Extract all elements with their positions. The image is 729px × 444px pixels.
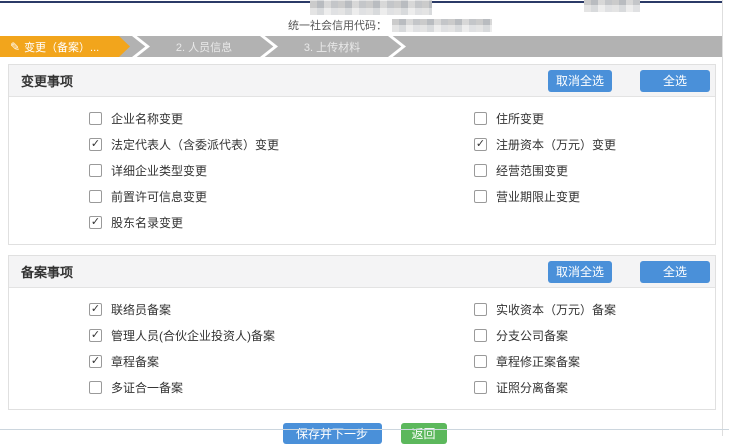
chevron-right-icon	[132, 36, 150, 57]
checkbox[interactable]	[474, 164, 487, 177]
change-items-header: 变更事项 取消全选 全选	[9, 65, 715, 97]
wizard-filler	[406, 36, 722, 57]
checkbox-item[interactable]: 法定代表人（含委派代表）变更	[89, 136, 474, 153]
chevron-right-icon	[260, 36, 278, 57]
checkbox-label: 详细企业类型变更	[111, 162, 207, 179]
select-all-button[interactable]: 全选	[640, 70, 710, 92]
credit-code-label: 统一社会信用代码：	[288, 17, 387, 33]
checkbox-label: 实收资本（万元）备案	[496, 301, 616, 318]
save-next-button[interactable]: 保存并下一步	[283, 423, 382, 444]
page-header: 统一社会信用代码：	[0, 0, 729, 36]
checkbox-item[interactable]: 详细企业类型变更	[89, 162, 474, 179]
step-2-label: 2. 人员信息	[176, 39, 232, 55]
checkbox[interactable]	[89, 164, 102, 177]
step-1-label: 变更（备案）...	[24, 39, 99, 55]
footer-actions: 保存并下一步 返回	[0, 423, 729, 444]
checkbox-label: 多证合一备案	[111, 379, 183, 396]
checkbox-item[interactable]: 多证合一备案	[89, 379, 474, 396]
checkbox-item[interactable]: 注册资本（万元）变更	[474, 136, 715, 153]
checkbox[interactable]	[474, 138, 487, 151]
bottom-divider	[0, 429, 729, 430]
checkbox[interactable]	[89, 355, 102, 368]
cancel-select-all-button[interactable]: 取消全选	[548, 261, 612, 283]
filing-items-header: 备案事项 取消全选 全选	[9, 256, 715, 288]
checkbox-label: 分支公司备案	[496, 327, 568, 344]
checkbox-label: 前置许可信息变更	[111, 188, 207, 205]
chevron-right-icon	[388, 36, 406, 57]
checkbox-label: 经营范围变更	[496, 162, 568, 179]
checkbox-label: 章程备案	[111, 353, 159, 370]
checkbox[interactable]	[89, 303, 102, 316]
checkbox[interactable]	[89, 329, 102, 342]
checkbox[interactable]	[474, 355, 487, 368]
credit-code-row: 统一社会信用代码：	[288, 17, 492, 33]
checkbox-column-right: 实收资本（万元）备案 分支公司备案 章程修正案备案 证照分离备案	[474, 301, 715, 396]
checkbox[interactable]	[474, 190, 487, 203]
checkbox-item[interactable]: 营业期限止变更	[474, 188, 715, 205]
checkbox-item[interactable]: 分支公司备案	[474, 327, 715, 344]
change-items-section: 变更事项 取消全选 全选 企业名称变更 法定代表人（含委派代表）变更 详细企业类…	[8, 64, 716, 245]
checkbox-label: 企业名称变更	[111, 110, 183, 127]
checkbox[interactable]	[89, 112, 102, 125]
checkbox-item[interactable]: 联络员备案	[89, 301, 474, 318]
back-button[interactable]: 返回	[401, 423, 447, 444]
section-title: 变更事项	[21, 71, 548, 90]
checkbox-label: 章程修正案备案	[496, 353, 580, 370]
step-3-label: 3. 上传材料	[304, 39, 360, 55]
pencil-icon: ✎	[10, 41, 20, 53]
checkbox-item[interactable]: 证照分离备案	[474, 379, 715, 396]
cancel-select-all-button[interactable]: 取消全选	[548, 70, 612, 92]
checkbox[interactable]	[89, 190, 102, 203]
checkbox-item[interactable]: 经营范围变更	[474, 162, 715, 179]
checkbox-column-left: 联络员备案 管理人员(合伙企业投资人)备案 章程备案 多证合一备案	[89, 301, 474, 396]
checkbox-item[interactable]: 章程修正案备案	[474, 353, 715, 370]
filing-items-body: 联络员备案 管理人员(合伙企业投资人)备案 章程备案 多证合一备案 实收资本（万…	[9, 288, 715, 409]
section-title: 备案事项	[21, 262, 548, 281]
window-right-edge	[722, 0, 723, 436]
checkbox-label: 证照分离备案	[496, 379, 568, 396]
checkbox-label: 注册资本（万元）变更	[496, 136, 616, 153]
checkbox-label: 营业期限止变更	[496, 188, 580, 205]
checkbox-label: 股东名录变更	[111, 214, 183, 231]
step-1-change-filing[interactable]: ✎ 变更（备案）...	[0, 36, 130, 57]
checkbox-label: 管理人员(合伙企业投资人)备案	[111, 327, 275, 344]
checkbox-column-right: 住所变更 注册资本（万元）变更 经营范围变更 营业期限止变更	[474, 110, 715, 231]
redacted-company-name	[310, 0, 432, 15]
step-3-upload-materials[interactable]: 3. 上传材料	[278, 36, 386, 57]
redacted-block	[584, 0, 640, 12]
checkbox[interactable]	[474, 381, 487, 394]
checkbox-item[interactable]: 住所变更	[474, 110, 715, 127]
checkbox-label: 联络员备案	[111, 301, 171, 318]
change-items-body: 企业名称变更 法定代表人（含委派代表）变更 详细企业类型变更 前置许可信息变更 …	[9, 97, 715, 244]
checkbox[interactable]	[474, 303, 487, 316]
filing-items-section: 备案事项 取消全选 全选 联络员备案 管理人员(合伙企业投资人)备案 章程备案 …	[8, 255, 716, 410]
checkbox-label: 住所变更	[496, 110, 544, 127]
checkbox-item[interactable]: 管理人员(合伙企业投资人)备案	[89, 327, 474, 344]
checkbox[interactable]	[89, 216, 102, 229]
checkbox[interactable]	[474, 112, 487, 125]
checkbox-item[interactable]: 前置许可信息变更	[89, 188, 474, 205]
checkbox[interactable]	[89, 138, 102, 151]
step-wizard: ✎ 变更（备案）... 2. 人员信息 3. 上传材料	[0, 36, 722, 57]
checkbox[interactable]	[474, 329, 487, 342]
checkbox[interactable]	[89, 381, 102, 394]
step-2-personnel-info[interactable]: 2. 人员信息	[150, 36, 258, 57]
checkbox-item[interactable]: 实收资本（万元）备案	[474, 301, 715, 318]
checkbox-item[interactable]: 企业名称变更	[89, 110, 474, 127]
checkbox-item[interactable]: 股东名录变更	[89, 214, 474, 231]
redacted-credit-code-value	[392, 19, 492, 32]
checkbox-item[interactable]: 章程备案	[89, 353, 474, 370]
select-all-button[interactable]: 全选	[640, 261, 710, 283]
checkbox-column-left: 企业名称变更 法定代表人（含委派代表）变更 详细企业类型变更 前置许可信息变更 …	[89, 110, 474, 231]
checkbox-label: 法定代表人（含委派代表）变更	[111, 136, 279, 153]
